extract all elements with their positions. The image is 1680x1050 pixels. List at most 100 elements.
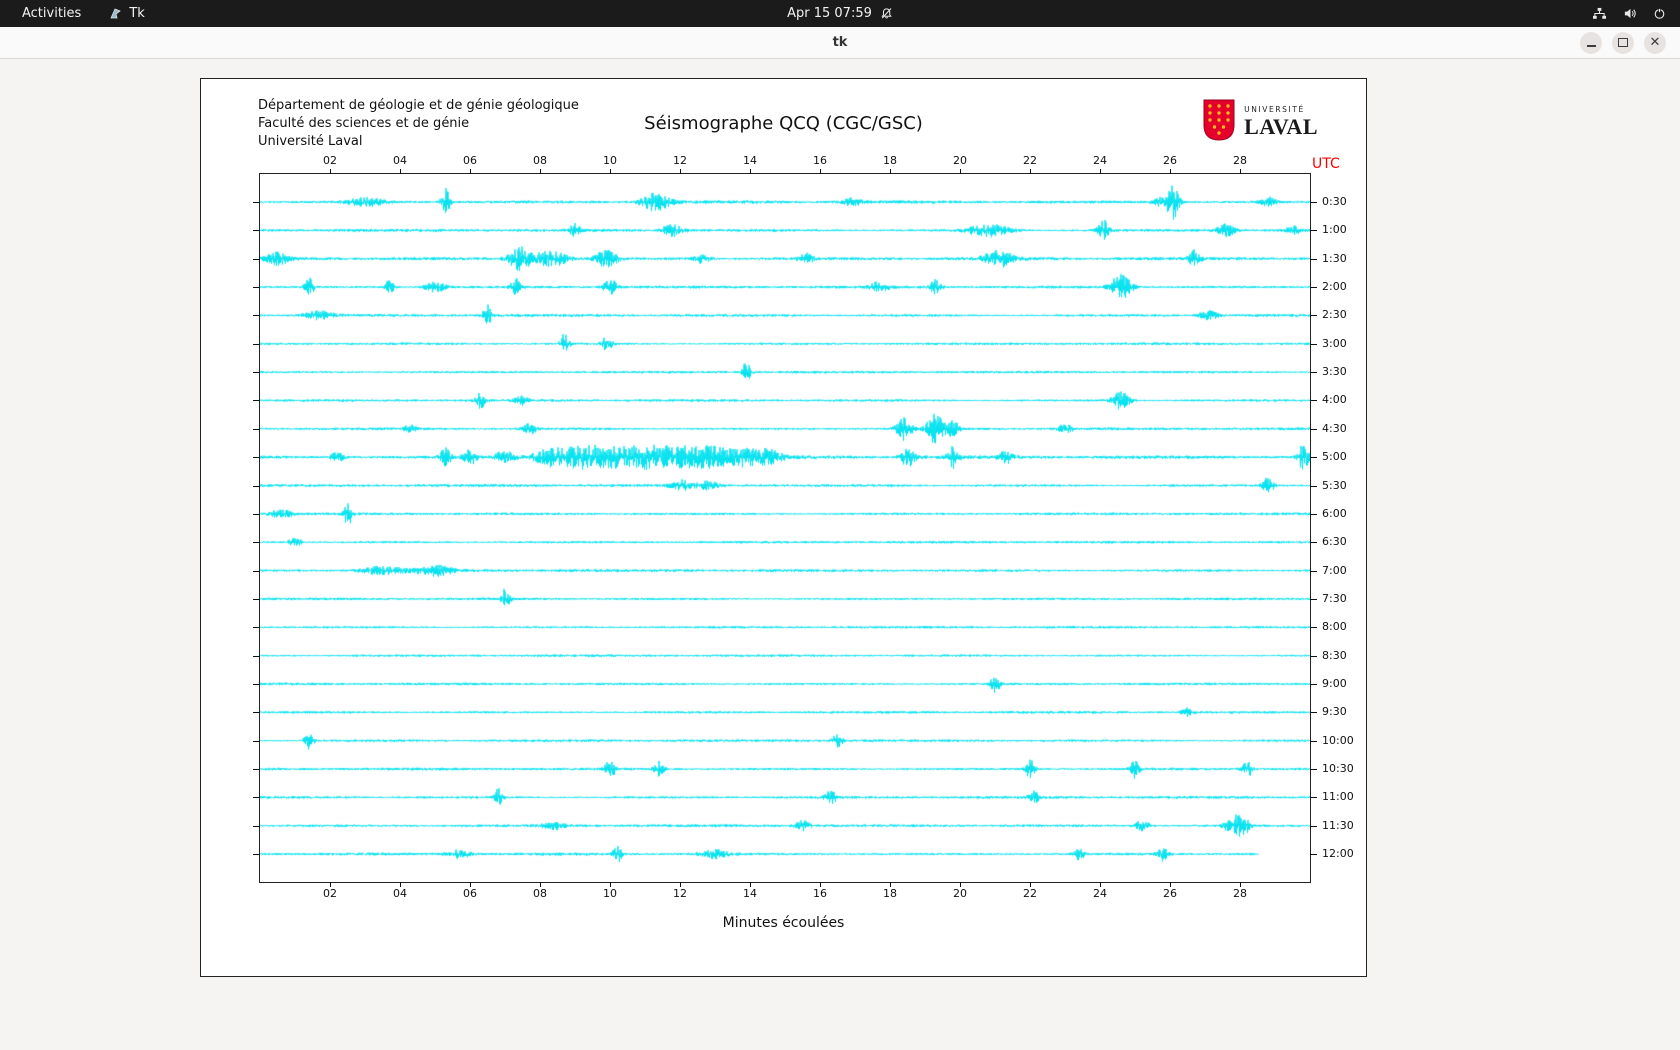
time-label: 7:00 [1322, 563, 1347, 577]
clock-menu[interactable]: Apr 15 07:59 [787, 6, 893, 21]
y-tick-mark [253, 428, 260, 430]
x-tick-label-top: 26 [1163, 154, 1177, 167]
y-tick-mark [253, 740, 260, 742]
time-label: 4:30 [1322, 421, 1347, 435]
x-tick-label-bottom: 14 [743, 887, 757, 900]
x-tick-label-bottom: 06 [463, 887, 477, 900]
x-tick-label-top: 02 [323, 154, 337, 167]
institution-header: Département de géologie et de génie géol… [258, 97, 579, 151]
trace-canvas [260, 174, 1310, 882]
laval-logo: UNIVERSITÉ LAVAL [1202, 99, 1318, 145]
y-tick-mark [253, 655, 260, 657]
time-label: 2:30 [1322, 308, 1347, 322]
time-label: 9:00 [1322, 676, 1347, 690]
y-tick-mark [1310, 258, 1317, 260]
x-tick-label-top: 28 [1233, 154, 1247, 167]
time-label: 6:30 [1322, 535, 1347, 549]
y-tick-mark [253, 202, 260, 203]
logo-universite-text: UNIVERSITÉ [1244, 105, 1305, 115]
x-tick-label-bottom: 28 [1233, 887, 1247, 900]
x-tick-label-top: 12 [673, 154, 687, 167]
minimize-icon [1586, 44, 1596, 47]
time-label: 4:00 [1322, 393, 1347, 407]
y-tick-mark [253, 598, 260, 600]
time-label: 3:30 [1322, 365, 1347, 379]
y-tick-mark [253, 542, 260, 544]
y-tick-mark [1310, 202, 1317, 203]
x-tick-mark [750, 169, 751, 174]
x-tick-mark [890, 169, 891, 174]
y-tick-mark [1310, 343, 1317, 345]
x-tick-label-top: 20 [953, 154, 967, 167]
x-tick-mark [1240, 169, 1241, 174]
x-tick-mark [960, 169, 961, 174]
app-menu-label: Tk [129, 6, 145, 21]
y-tick-mark [1310, 797, 1317, 799]
system-status-area[interactable] [1592, 7, 1680, 20]
y-tick-mark [1310, 598, 1317, 600]
seismograph-panel: Département de géologie et de génie géol… [200, 78, 1367, 977]
y-tick-mark [253, 457, 260, 459]
desktop: Activities Tk Apr 15 07:59 tk ✕ Départem… [0, 0, 1680, 1050]
activities-button[interactable]: Activities [16, 4, 87, 23]
y-tick-mark [1310, 825, 1317, 827]
x-tick-label-top: 14 [743, 154, 757, 167]
time-label: 3:00 [1322, 336, 1347, 350]
x-tick-label-top: 04 [393, 154, 407, 167]
x-tick-mark [330, 169, 331, 174]
y-tick-mark [253, 797, 260, 799]
y-tick-mark [1310, 712, 1317, 714]
y-tick-mark [253, 712, 260, 714]
x-tick-mark [470, 169, 471, 174]
volume-icon [1623, 7, 1637, 20]
x-tick-mark [540, 169, 541, 174]
close-button[interactable]: ✕ [1644, 31, 1666, 54]
power-icon [1653, 7, 1666, 20]
x-tick-label-bottom: 08 [533, 887, 547, 900]
network-icon [1592, 7, 1607, 20]
time-label: 2:00 [1322, 280, 1347, 294]
y-tick-mark [1310, 287, 1317, 289]
y-tick-mark [253, 513, 260, 515]
x-tick-label-top: 22 [1023, 154, 1037, 167]
x-tick-mark [680, 169, 681, 174]
time-label: 9:30 [1322, 705, 1347, 719]
y-tick-mark [1310, 485, 1317, 487]
y-tick-mark [253, 315, 260, 317]
maximize-button[interactable] [1612, 31, 1634, 54]
x-tick-mark [1100, 169, 1101, 174]
x-tick-mark [1170, 169, 1171, 174]
y-tick-mark [253, 258, 260, 260]
time-label: 5:00 [1322, 450, 1347, 464]
plot-region: UTC 02 02 04 04 06 06 08 08 10 10 12 12 14 14 16 16 18 18… [253, 154, 1354, 900]
plot-title: Séismographe QCQ (CGC/GSC) [644, 113, 923, 134]
close-icon: ✕ [1649, 35, 1661, 50]
y-tick-mark [1310, 400, 1317, 402]
y-tick-mark [253, 854, 260, 856]
tk-app-icon [109, 7, 122, 20]
x-tick-label-bottom: 18 [883, 887, 897, 900]
header-line-1: Département de géologie et de génie géol… [258, 98, 579, 113]
x-axis-label: Minutes écoulées [722, 915, 845, 931]
y-tick-mark [253, 400, 260, 402]
laval-shield-icon [1202, 99, 1236, 145]
y-tick-mark [253, 570, 260, 572]
y-tick-mark [1310, 513, 1317, 515]
app-menu[interactable]: Tk [109, 6, 145, 21]
minimize-button[interactable] [1580, 31, 1602, 54]
y-tick-mark [253, 372, 260, 374]
x-tick-mark [610, 169, 611, 174]
y-tick-mark [253, 683, 260, 685]
y-tick-mark [253, 343, 260, 345]
gnome-top-bar: Activities Tk Apr 15 07:59 [0, 0, 1680, 27]
time-label: 0:30 [1322, 195, 1347, 208]
x-tick-label-top: 10 [603, 154, 617, 167]
time-label: 1:30 [1322, 251, 1347, 265]
x-tick-label-bottom: 16 [813, 887, 827, 900]
x-tick-label-top: 08 [533, 154, 547, 167]
time-label: 11:30 [1322, 818, 1354, 832]
window-titlebar[interactable]: tk ✕ [0, 27, 1680, 59]
y-tick-mark [1310, 542, 1317, 544]
x-tick-label-top: 16 [813, 154, 827, 167]
window-content: Département de géologie et de génie géol… [0, 59, 1680, 1050]
